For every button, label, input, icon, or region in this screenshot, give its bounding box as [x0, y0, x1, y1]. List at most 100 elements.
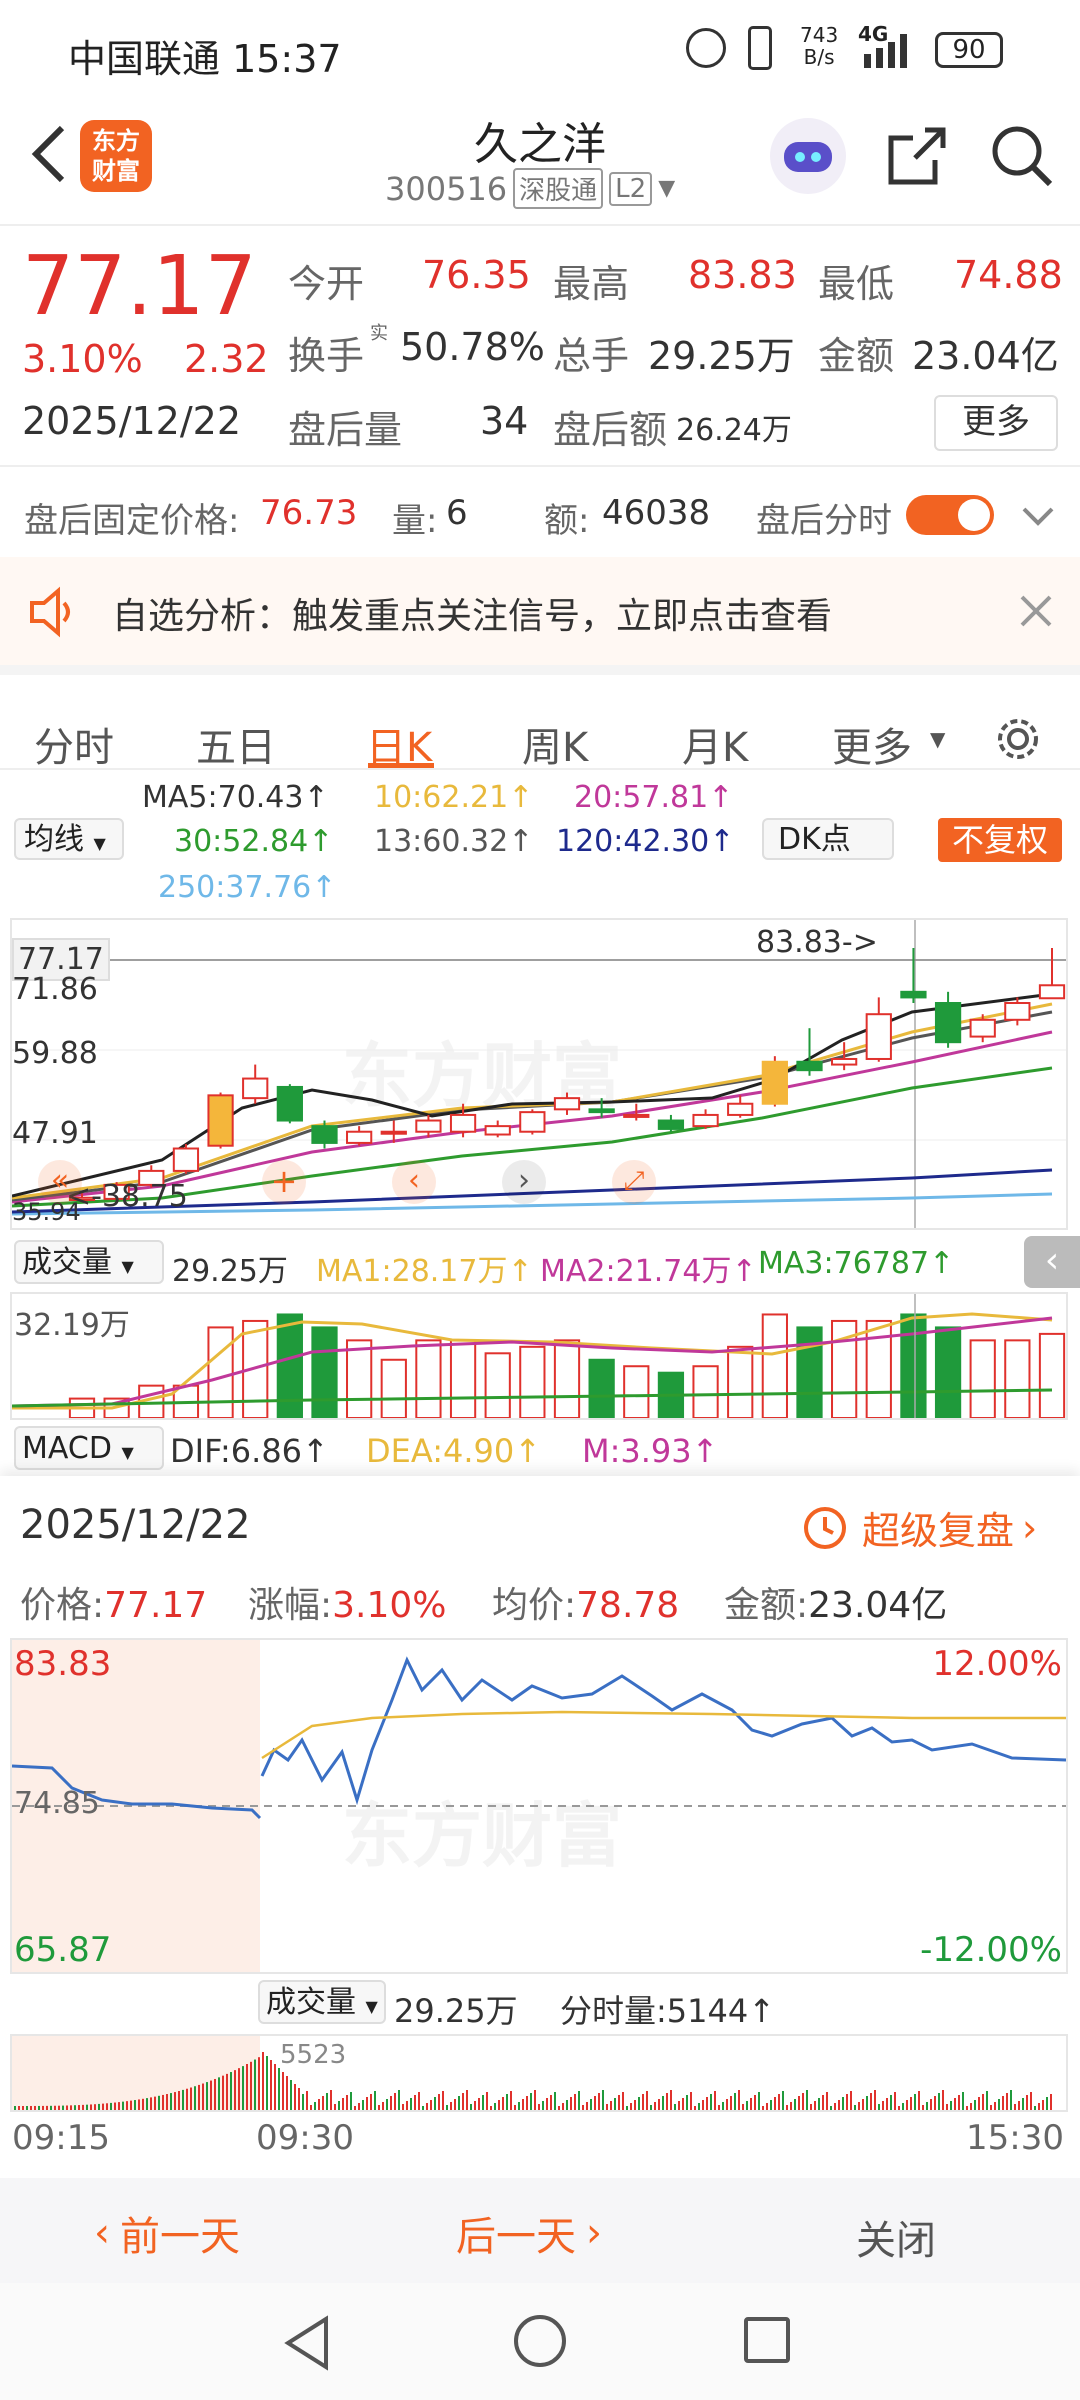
chevron-down-icon: ▼	[121, 1257, 134, 1276]
intraday-volume-tick	[106, 2103, 108, 2110]
scroll-right-icon[interactable]: ›	[502, 1160, 546, 1204]
volume-bar	[519, 1345, 546, 1418]
macd-select[interactable]: MACD ▼	[14, 1426, 164, 1470]
intraday-volume-tick	[294, 2084, 296, 2110]
dk-point-button[interactable]: DK点	[762, 818, 894, 860]
candle-body	[1038, 984, 1066, 1000]
adjust-button[interactable]: 不复权	[938, 818, 1062, 862]
candle-body	[1004, 1002, 1031, 1021]
macd-legend: MACD ▼ DIF:6.86↑ DEA:4.90↑ M:3.93↑	[0, 1424, 1080, 1476]
intraday-volume-tick	[894, 2092, 896, 2110]
intraday-volume-tick	[654, 2102, 656, 2110]
intraday-volume-tick	[626, 2106, 628, 2110]
fixed-price-value: 76.73	[260, 493, 358, 533]
more-button[interactable]: 更多	[934, 395, 1058, 451]
close-icon[interactable]	[1018, 593, 1054, 629]
net-speed: 743 B/s	[800, 24, 838, 68]
chevron-down-icon[interactable]	[1018, 497, 1058, 537]
system-home-icon[interactable]	[514, 2315, 566, 2367]
volume-bar	[484, 1352, 511, 1418]
amt-label: 额:	[544, 501, 590, 541]
intraday-volume-tick	[506, 2094, 508, 2110]
prev-day-button[interactable]: ‹ 前一天	[94, 2204, 240, 2262]
day-navigation: ‹ 前一天 后一天 › 关闭	[0, 2178, 1080, 2283]
gear-icon[interactable]	[990, 711, 1046, 767]
volume-select[interactable]: 成交量 ▼	[14, 1240, 164, 1284]
close-button[interactable]: 关闭	[856, 2208, 936, 2266]
review-sheet: 2025/12/22 超级复盘 › 价格:77.17 涨幅:3.10% 均价:7…	[0, 1476, 1080, 2178]
intraday-volume-tick	[530, 2093, 532, 2110]
tab-weekly-k[interactable]: 周K	[522, 715, 588, 773]
volume-chart[interactable]: 32.19万	[10, 1292, 1068, 1420]
fullscreen-icon[interactable]: ⤢	[612, 1160, 656, 1204]
vol-ma3: MA3:76787↑	[758, 1246, 955, 1281]
tab-timeshare[interactable]: 分时	[34, 715, 114, 773]
zoom-in-icon[interactable]: +	[262, 1160, 306, 1204]
intraday-volume-tick	[566, 2100, 568, 2110]
intraday-volume-tick	[146, 2098, 148, 2110]
candle-body	[207, 1094, 234, 1147]
super-review-link[interactable]: 超级复盘 ›	[800, 1500, 1037, 1555]
kline-chart[interactable]: 东方财富 83.83-> <-38.75 77.17 71.86 59.88 4…	[10, 918, 1068, 1230]
intraday-volume-tick	[54, 2105, 56, 2110]
system-back-icon[interactable]	[282, 2315, 332, 2371]
intraday-volume-tick	[818, 2098, 820, 2110]
pct-value: 3.10%	[332, 1585, 447, 1626]
volume-bar	[1038, 1332, 1066, 1418]
volume-bar	[553, 1339, 581, 1418]
tab-five-day[interactable]: 五日	[196, 715, 276, 773]
intraday-volume-tick	[238, 2068, 240, 2110]
ma-select[interactable]: 均线 ▼	[14, 818, 124, 860]
intraday-volume-tick	[478, 2098, 480, 2110]
intraday-volume-tick	[910, 2097, 912, 2110]
timeshare-toggle[interactable]	[906, 495, 994, 535]
after-hours-row: 盘后固定价格: 76.73 量: 6 额: 46038 盘后分时	[0, 467, 1080, 557]
intraday-volume-tick	[702, 2100, 704, 2110]
ah-volume-label: 盘后量	[288, 408, 403, 452]
pct-low-label: -12.00%	[920, 1930, 1062, 1970]
intraday-volume-tick	[86, 2104, 88, 2110]
system-recents-icon[interactable]	[744, 2317, 790, 2363]
intraday-volume-tick	[338, 2101, 340, 2110]
side-panel-toggle-icon[interactable]: ‹	[1024, 1236, 1080, 1288]
intraday-volume-chart[interactable]: 5523	[10, 2034, 1068, 2112]
intraday-volume-tick	[406, 2101, 408, 2110]
intraday-volume-tick	[382, 2102, 384, 2110]
intraday-volume-tick	[858, 2102, 860, 2110]
candle-body	[380, 1130, 407, 1135]
intraday-volume-tick	[718, 2105, 720, 2110]
intraday-volume-tick	[410, 2098, 412, 2110]
intraday-volume-tick	[698, 2103, 700, 2110]
notice-banner[interactable]: 自选分析：触发重点关注信号，立即点击查看	[0, 557, 1080, 665]
y-mid-label: 74.85	[14, 1786, 100, 1821]
intraday-volume-tick	[866, 2096, 868, 2110]
candle-body	[346, 1130, 373, 1144]
scroll-left-icon[interactable]: ‹	[392, 1160, 436, 1204]
intraday-volume-tick	[306, 2091, 308, 2110]
intraday-volume-tick	[674, 2104, 676, 2110]
share-icon[interactable]	[885, 124, 949, 188]
tab-monthly-k[interactable]: 月K	[682, 715, 748, 773]
candle-body	[934, 1002, 962, 1044]
intraday-volume-select[interactable]: 成交量 ▼	[258, 1980, 386, 2024]
chevron-down-icon[interactable]: ▼	[658, 176, 675, 201]
intraday-vol-value: 29.25万	[394, 1992, 518, 2030]
intraday-volume-tick	[446, 2105, 448, 2110]
intraday-volume-tick	[774, 2097, 776, 2110]
ma13-value: 13:60.32↑	[374, 824, 534, 859]
intraday-volume-tick	[374, 2091, 376, 2110]
intraday-volume-tick	[334, 2104, 336, 2110]
intraday-volume-tick	[218, 2077, 220, 2110]
time-end: 15:30	[966, 2118, 1064, 2158]
intraday-chart[interactable]: 东方财富 83.83 74.85 65.87 12.00% -12.00%	[10, 1638, 1068, 1974]
quote-panel: 77.17 3.10% 2.32 2025/12/22 今开 76.35 最高 …	[0, 225, 1080, 465]
scroll-left-fast-icon[interactable]: «	[38, 1160, 82, 1204]
intraday-volume-tick	[666, 2093, 668, 2110]
intraday-volume-tick	[602, 2090, 604, 2110]
high-value: 83.83	[688, 253, 797, 297]
tab-more[interactable]: 更多	[832, 715, 912, 773]
robot-assistant-icon[interactable]	[770, 118, 846, 194]
next-day-button[interactable]: 后一天 ›	[456, 2204, 602, 2262]
search-icon[interactable]	[990, 124, 1054, 188]
intraday-volume-tick	[202, 2083, 204, 2110]
